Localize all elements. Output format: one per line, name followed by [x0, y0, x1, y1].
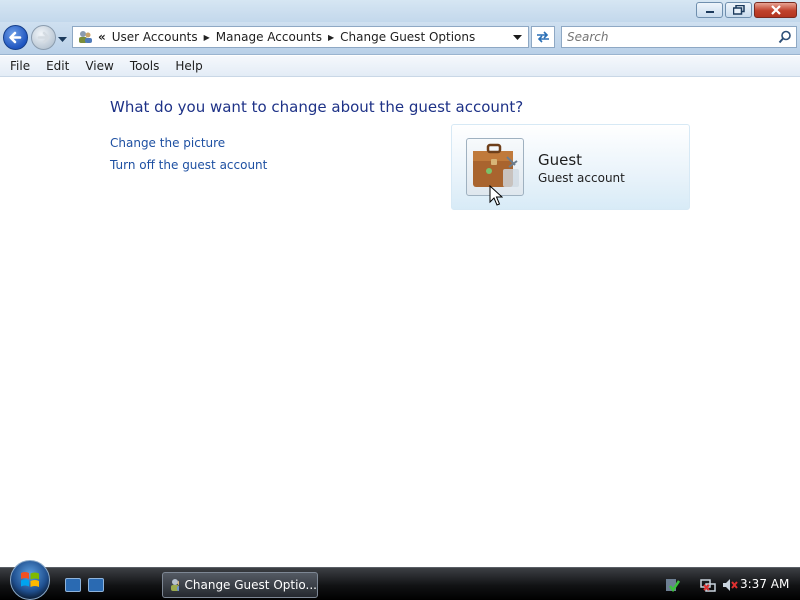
- breadcrumb-separator-icon[interactable]: ▶: [204, 33, 210, 42]
- menu-view[interactable]: View: [79, 59, 119, 73]
- user-accounts-icon: [79, 31, 92, 43]
- breadcrumb-user-accounts[interactable]: User Accounts: [112, 30, 198, 44]
- window-titlebar: [0, 0, 800, 22]
- recent-pages-dropdown[interactable]: [58, 32, 67, 46]
- close-icon: [770, 5, 781, 15]
- back-button[interactable]: [3, 25, 28, 50]
- minimize-icon: [705, 11, 714, 13]
- breadcrumb-change-guest-options[interactable]: Change Guest Options: [340, 30, 475, 44]
- taskbar: Change Guest Optio... 3:37 AM: [0, 560, 800, 600]
- windows-logo-icon: [21, 572, 39, 587]
- account-type: Guest account: [538, 171, 625, 185]
- mouse-cursor-icon: [489, 185, 503, 206]
- forward-arrow-icon: [37, 31, 50, 44]
- address-history-dropdown-icon[interactable]: [513, 31, 522, 43]
- show-desktop-icon[interactable]: [65, 578, 81, 592]
- volume-muted-icon[interactable]: [722, 577, 738, 593]
- menu-edit[interactable]: Edit: [40, 59, 75, 73]
- taskbar-window-button[interactable]: Change Guest Optio...: [162, 572, 318, 598]
- refresh-icon: [537, 31, 549, 43]
- switch-windows-icon[interactable]: [88, 578, 104, 592]
- close-button[interactable]: [754, 2, 797, 18]
- menu-tools[interactable]: Tools: [124, 59, 166, 73]
- breadcrumb-manage-accounts[interactable]: Manage Accounts: [216, 30, 322, 44]
- system-clock[interactable]: 3:37 AM: [740, 577, 789, 591]
- refresh-button[interactable]: [531, 26, 555, 48]
- change-picture-link[interactable]: Change the picture: [110, 136, 225, 150]
- menu-help[interactable]: Help: [169, 59, 208, 73]
- back-arrow-icon: [9, 31, 22, 44]
- navigation-bar: « User Accounts ▶ Manage Accounts ▶ Chan…: [0, 22, 800, 55]
- page-title: What do you want to change about the gue…: [110, 98, 524, 116]
- chevron-down-icon: [58, 37, 67, 42]
- content-pane: What do you want to change about the gue…: [0, 78, 800, 567]
- forward-button[interactable]: [31, 25, 56, 50]
- start-button[interactable]: [10, 560, 50, 600]
- turn-off-guest-link[interactable]: Turn off the guest account: [110, 158, 267, 172]
- notification-area: [664, 577, 738, 593]
- menu-file[interactable]: File: [4, 59, 36, 73]
- account-card: Guest Guest account: [451, 124, 690, 210]
- taskbar-window-label: Change Guest Optio...: [184, 578, 318, 592]
- address-bar[interactable]: « User Accounts ▶ Manage Accounts ▶ Chan…: [72, 26, 529, 48]
- restore-button[interactable]: [725, 2, 752, 18]
- breadcrumb-separator-icon[interactable]: ▶: [328, 33, 334, 42]
- breadcrumb-overflow[interactable]: «: [98, 30, 106, 44]
- menu-bar: File Edit View Tools Help: [0, 56, 800, 77]
- network-disconnected-icon[interactable]: [700, 577, 716, 593]
- minimize-button[interactable]: [696, 2, 723, 18]
- user-accounts-icon: [171, 579, 179, 591]
- search-box[interactable]: [561, 26, 797, 48]
- search-input[interactable]: [562, 27, 762, 47]
- search-icon[interactable]: [778, 30, 792, 44]
- restore-icon: [732, 5, 745, 15]
- account-name: Guest: [538, 151, 583, 169]
- caption-buttons: [696, 2, 797, 18]
- security-center-icon[interactable]: [664, 577, 680, 593]
